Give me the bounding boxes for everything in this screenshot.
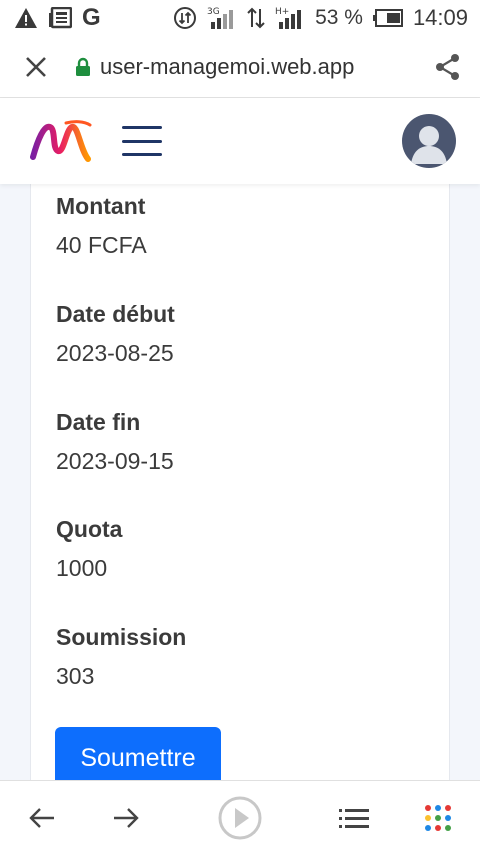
field-label: Date fin (56, 409, 141, 435)
field-label: Date début (56, 301, 175, 327)
play-icon[interactable] (210, 781, 270, 854)
field-value: 1000 (56, 555, 108, 581)
field-value: 303 (56, 663, 95, 689)
field-quota: Quota 1000 (56, 516, 122, 582)
field-soumission: Soumission 303 (56, 624, 186, 690)
field-label: Soumission (56, 624, 187, 650)
data-transfer-icon (247, 6, 265, 30)
browser-url-bar: user-managemoi.web.app (0, 36, 480, 98)
app-header (0, 98, 480, 184)
field-value: 2023-09-15 (56, 448, 174, 474)
field-montant: Montant 40 FCFA (56, 193, 147, 259)
data-saver-icon (173, 6, 197, 30)
field-value: 40 FCFA (56, 232, 147, 258)
field-value: 2023-08-25 (56, 340, 174, 366)
forward-arrow-icon[interactable] (96, 781, 156, 854)
list-icon[interactable] (324, 781, 384, 854)
main-content: Montant 40 FCFA Date début 2023-08-25 Da… (0, 184, 480, 780)
field-date-fin: Date fin 2023-09-15 (56, 409, 174, 475)
hamburger-menu-icon[interactable] (122, 124, 162, 158)
google-icon: G (82, 4, 101, 31)
submit-button[interactable]: Soumettre (55, 727, 221, 780)
logo-icon[interactable] (30, 119, 92, 163)
url-text[interactable]: user-managemoi.web.app (100, 54, 416, 80)
battery-percent: 53 % (315, 6, 363, 29)
field-date-debut: Date début 2023-08-25 (56, 301, 175, 367)
user-avatar-icon[interactable] (402, 114, 456, 168)
signal-3g-icon: 3G (207, 6, 237, 30)
bottom-navigation (0, 780, 480, 854)
news-icon (48, 7, 72, 29)
lock-icon (72, 57, 94, 77)
close-icon[interactable] (0, 36, 72, 98)
svg-text:H+: H+ (275, 7, 289, 17)
battery-icon (372, 9, 403, 27)
field-label: Quota (56, 516, 123, 542)
back-arrow-icon[interactable] (12, 781, 72, 854)
signal-h-icon: H+ (275, 6, 305, 30)
clock: 14:09 (412, 5, 468, 30)
share-icon[interactable] (416, 36, 480, 98)
status-bar: G 3G H+ 53 % 14:09 (0, 0, 480, 36)
field-label: Montant (56, 193, 146, 219)
svg-text:3G: 3G (207, 7, 220, 17)
details-card: Montant 40 FCFA Date début 2023-08-25 Da… (30, 184, 450, 780)
apps-grid-icon[interactable] (408, 781, 468, 854)
warning-icon (14, 7, 38, 29)
